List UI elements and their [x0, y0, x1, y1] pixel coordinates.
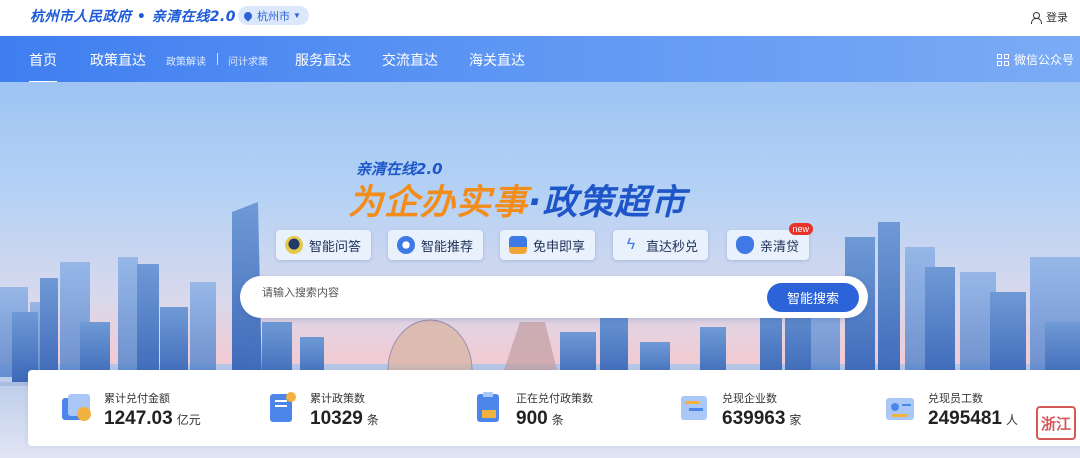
robot-icon — [285, 236, 303, 254]
wechat-label: 微信公众号 — [1013, 53, 1074, 67]
quick-entry-smart-recommend[interactable]: 智能推荐 — [388, 230, 484, 260]
quick-entry-apply-free[interactable]: 免申即享 — [500, 230, 596, 260]
chevron-down-icon: ▼ — [293, 11, 301, 20]
staff-card-icon — [886, 398, 914, 420]
nav-home[interactable]: 首页 — [29, 50, 57, 84]
quick-entry-label: 智能推荐 — [421, 238, 474, 254]
stat-value: 639963 家 — [722, 408, 801, 430]
nav-policy-interpretation[interactable]: 政策解读 — [166, 53, 206, 68]
gear-icon — [397, 236, 415, 254]
nav-customs-direct[interactable]: 海关直达 — [469, 50, 525, 70]
stat-value: 2495481 人 — [928, 408, 1018, 430]
user-badge-icon — [509, 236, 527, 254]
quick-entry-qinqing-loan[interactable]: 亲清贷 new — [727, 223, 814, 260]
top-bar: 杭州市人民政府 • 亲清在线2.0 杭州市 ▼ 登录 — [0, 0, 1080, 36]
stat-number: 10329 — [310, 408, 363, 429]
stat-number: 639963 — [722, 408, 786, 429]
quick-entry-label: 免申即享 — [533, 238, 586, 254]
coin-icon — [62, 394, 91, 421]
slogan-title-part1: 为企办实事 — [348, 183, 529, 223]
quick-entry-smart-qa[interactable]: 智能问答 — [276, 230, 372, 260]
smart-search-button[interactable]: 智能搜索 — [767, 283, 859, 312]
quick-entry-label: 亲清贷 — [760, 238, 800, 254]
clipboard-icon — [477, 392, 499, 422]
stat-value: 1247.03 亿元 — [104, 408, 201, 430]
stat-label: 正在兑付政策数 — [516, 393, 593, 405]
nav-exchange-direct[interactable]: 交流直达 — [382, 50, 438, 70]
qr-code-icon — [996, 53, 1009, 66]
nav-policy-direct[interactable]: 政策直达 — [90, 50, 146, 70]
stat-unit: 人 — [1005, 413, 1018, 427]
city-selector[interactable]: 杭州市 ▼ — [238, 6, 309, 25]
nav-service-direct[interactable]: 服务直达 — [295, 50, 351, 70]
money-bag-icon — [736, 236, 754, 254]
stat-unit: 亿元 — [176, 413, 201, 427]
quick-entry-label: 智能问答 — [309, 238, 362, 254]
slogan-title: 为企办实事·政策超市 — [348, 174, 686, 225]
stat-value: 10329 条 — [310, 408, 379, 430]
new-badge: new — [788, 223, 814, 235]
site-logo[interactable]: 杭州市人民政府 • 亲清在线2.0 — [30, 6, 236, 26]
lightning-icon: ϟ — [626, 236, 636, 253]
stat-value: 900 条 — [516, 408, 564, 430]
document-icon — [270, 392, 296, 422]
search-bar: 智能搜索 — [240, 276, 868, 318]
city-label: 杭州市 — [257, 10, 290, 23]
user-icon — [1030, 11, 1042, 24]
quick-entry-instant-cash[interactable]: ϟ 直达秒兑 — [613, 230, 709, 260]
login-label: 登录 — [1046, 12, 1068, 24]
location-pin-icon — [242, 9, 254, 22]
stats-panel: 累计兑付金额 1247.03 亿元 累计政策数 10329 条 正在兑付政策数 90… — [28, 370, 1080, 446]
stat-label: 兑现员工数 — [928, 393, 983, 405]
stat-label: 累计兑付金额 — [104, 393, 170, 405]
stat-number: 1247.03 — [104, 408, 173, 429]
nav-divider — [217, 53, 218, 65]
nav-suggestions[interactable]: 问计求策 — [228, 53, 268, 68]
stat-unit: 家 — [789, 413, 802, 427]
watermark-stamp: 浙江 — [1036, 406, 1076, 440]
stat-unit: 条 — [366, 413, 379, 427]
enterprise-icon — [681, 396, 707, 420]
search-input[interactable] — [262, 287, 742, 299]
stat-number: 900 — [516, 408, 548, 429]
login-link[interactable]: 登录 — [1030, 9, 1068, 25]
wechat-account-link[interactable]: 微信公众号 — [996, 51, 1074, 68]
slogan-title-part2: 政策超市 — [542, 183, 687, 223]
quick-entry-label: 直达秒兑 — [646, 238, 699, 254]
stat-number: 2495481 — [928, 408, 1002, 429]
stat-label: 累计政策数 — [310, 393, 365, 405]
slogan-title-dot: · — [528, 183, 543, 223]
stat-label: 兑现企业数 — [722, 393, 777, 405]
main-nav: 首页 政策直达 政策解读 问计求策 服务直达 交流直达 海关直达 微信公众号 — [0, 36, 1080, 84]
stat-unit: 条 — [551, 413, 564, 427]
